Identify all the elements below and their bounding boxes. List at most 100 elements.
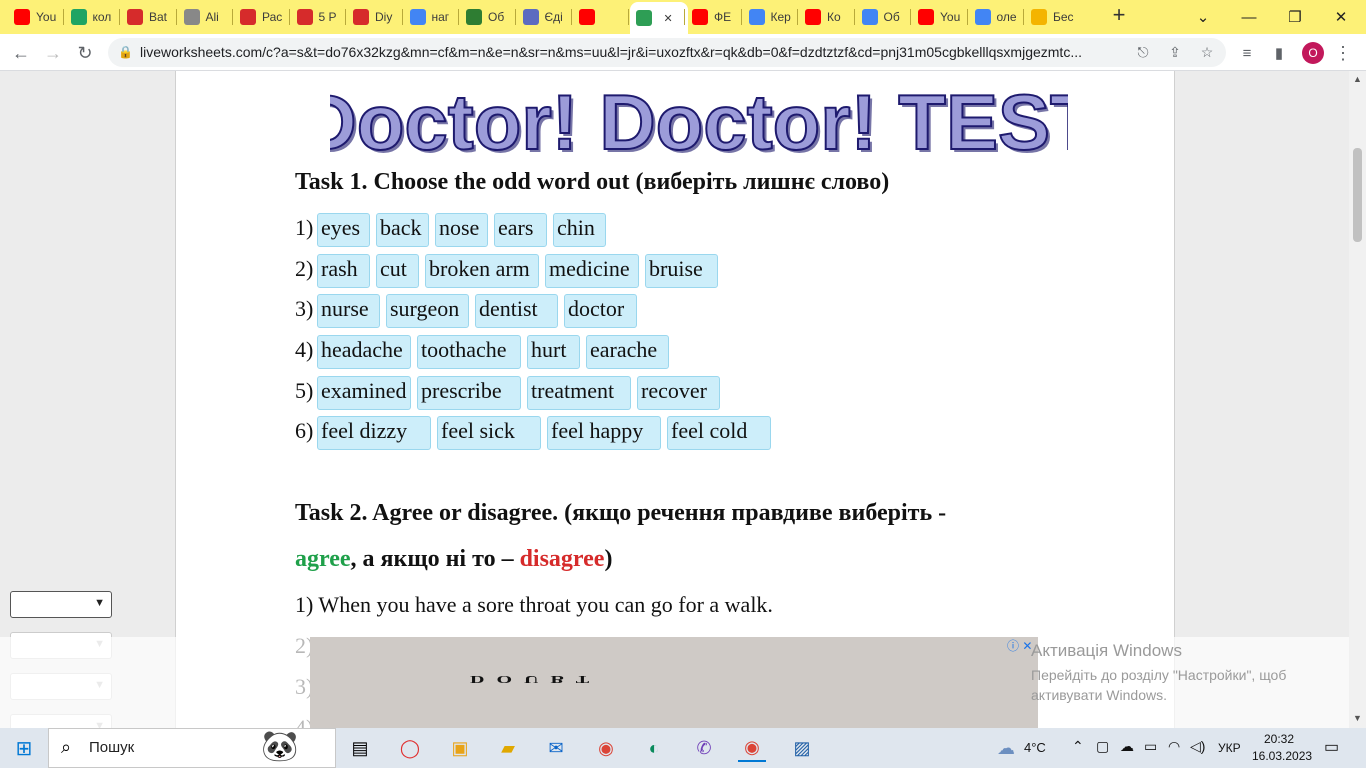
onedrive-icon[interactable]: ☁ bbox=[1120, 738, 1134, 755]
close-window-button[interactable]: ✕ bbox=[1318, 0, 1364, 34]
odd-word-label: bruise bbox=[649, 256, 703, 281]
answer-dropdown-1[interactable]: ▼ bbox=[10, 591, 112, 618]
heading-close-paren: ) bbox=[604, 546, 613, 572]
side-panel-icon[interactable]: ▮ bbox=[1266, 40, 1292, 66]
odd-word-label: cut bbox=[380, 256, 407, 281]
clock-time[interactable]: 20:32 bbox=[1264, 732, 1294, 746]
task2-heading-line2: agree, а якщо ні то – disagree) bbox=[295, 546, 612, 573]
row-number: 6) bbox=[295, 418, 314, 443]
reload-button[interactable]: ↻ bbox=[72, 40, 98, 66]
browser-tab[interactable]: Об bbox=[460, 4, 514, 30]
activation-watermark-title: Активація Windows bbox=[1031, 641, 1182, 660]
row-number: 4) bbox=[295, 337, 314, 362]
language-indicator[interactable]: УКР bbox=[1218, 741, 1241, 755]
tray-overflow-icon[interactable]: ⌃ bbox=[1072, 738, 1084, 755]
bookmark-star-icon[interactable]: ☆ bbox=[1198, 44, 1216, 62]
browser-tab[interactable]: Ко bbox=[799, 4, 853, 30]
notes-app-icon[interactable]: ▣ bbox=[446, 734, 474, 762]
minimize-button[interactable]: — bbox=[1226, 0, 1272, 34]
battery-icon[interactable]: ▭ bbox=[1144, 738, 1157, 755]
tab-label: Ali bbox=[205, 10, 219, 24]
chrome-active-icon[interactable]: ◉ bbox=[738, 734, 766, 762]
browser-tab[interactable]: наг bbox=[404, 4, 458, 30]
back-button[interactable]: ← bbox=[8, 40, 34, 66]
tab-separator bbox=[401, 9, 403, 25]
tab-label: оле bbox=[996, 10, 1017, 24]
file-explorer-icon[interactable]: ▰ bbox=[494, 734, 522, 762]
browser-tab[interactable]: ✕ bbox=[629, 2, 688, 34]
forward-button[interactable]: → bbox=[40, 40, 66, 66]
vertical-scrollbar[interactable]: ▲ ▼ bbox=[1349, 71, 1366, 728]
tab-separator bbox=[514, 9, 516, 25]
tray-app-icon[interactable]: ▢ bbox=[1096, 738, 1109, 755]
scroll-down-icon[interactable]: ▼ bbox=[1353, 713, 1362, 723]
odd-word-label: feel happy bbox=[551, 418, 644, 443]
globe-icon bbox=[183, 9, 200, 25]
tab-label: Єді bbox=[544, 10, 563, 24]
weather-temp[interactable]: 4°C bbox=[1024, 740, 1046, 755]
volume-icon[interactable]: ◁) bbox=[1190, 738, 1205, 755]
media-control-icon[interactable]: ≡ bbox=[1234, 40, 1260, 66]
notifications-icon[interactable]: ▭ bbox=[1324, 737, 1339, 757]
menu-icon[interactable]: ⋮ bbox=[1330, 40, 1356, 66]
drive-icon bbox=[70, 9, 87, 25]
browser-tab[interactable]: 5 Р bbox=[291, 4, 345, 30]
browser-tab[interactable]: Об bbox=[856, 4, 910, 30]
share-icon[interactable]: ⇪ bbox=[1166, 44, 1184, 62]
browser-tab[interactable]: кол bbox=[65, 4, 119, 30]
new-tab-button[interactable]: + bbox=[1108, 4, 1130, 27]
tab-label: You bbox=[940, 10, 961, 24]
youtube-icon bbox=[14, 9, 30, 25]
task-view-icon[interactable]: ▤ bbox=[346, 734, 374, 762]
google-icon bbox=[748, 9, 765, 25]
browser-tab[interactable]: оле bbox=[969, 4, 1023, 30]
browser-tab[interactable]: Кер bbox=[743, 4, 797, 30]
browser-tab[interactable]: You bbox=[8, 4, 62, 30]
odd-word-label: eyes bbox=[321, 215, 361, 240]
youtube-icon bbox=[692, 9, 708, 25]
taskbar-search[interactable]: ⌕ Пошук 🐼 bbox=[48, 728, 336, 768]
browser-tab[interactable]: Bat bbox=[121, 4, 175, 30]
scrollbar-thumb[interactable] bbox=[1353, 148, 1362, 242]
browser-tab[interactable] bbox=[573, 4, 627, 30]
restore-button[interactable]: ❐ bbox=[1272, 0, 1318, 34]
wifi-icon[interactable]: ◠ bbox=[1168, 738, 1180, 755]
install-icon[interactable]: ⎋ bbox=[1134, 44, 1152, 62]
opera-icon[interactable]: ◯ bbox=[396, 734, 424, 762]
tab-separator bbox=[740, 9, 742, 25]
tab-separator bbox=[684, 9, 685, 25]
scroll-up-icon[interactable]: ▲ bbox=[1353, 74, 1362, 84]
odd-word-label: examined bbox=[321, 378, 407, 403]
tab-label: Об bbox=[488, 10, 505, 24]
odd-word-label: rash bbox=[321, 256, 358, 281]
mail-icon[interactable]: ✉ bbox=[542, 734, 570, 762]
odd-word-label: back bbox=[380, 215, 422, 240]
tab-label: Ко bbox=[827, 10, 841, 24]
browser-tab[interactable]: Бес bbox=[1025, 4, 1079, 30]
tab-label: Об bbox=[883, 10, 900, 24]
browser-tab[interactable]: Рас bbox=[234, 4, 288, 30]
browser-tab[interactable]: Єді bbox=[517, 4, 571, 30]
windows-start-icon[interactable]: ⊞ bbox=[10, 734, 38, 762]
viber-icon[interactable]: ✆ bbox=[690, 734, 718, 762]
weather-icon[interactable]: ☁ bbox=[992, 734, 1020, 762]
photos-icon[interactable]: ▨ bbox=[788, 734, 816, 762]
browser-tab[interactable]: Diy bbox=[347, 4, 401, 30]
tab-strip: You кол Bat Ali Рас 5 Р Diy наг Об Єді ✕ ФЕ Кер Ко Об Y… bbox=[0, 0, 1366, 34]
tab-separator bbox=[232, 9, 233, 25]
address-bar[interactable]: 🔒 liveworksheets.com/c?a=s&t=do76x32kzg&… bbox=[108, 38, 1226, 67]
browser-tab[interactable]: Ali bbox=[178, 4, 232, 30]
edge-icon[interactable]: ◐ bbox=[640, 734, 668, 762]
chrome-icon[interactable]: ◉ bbox=[592, 734, 620, 762]
site-icon bbox=[466, 9, 482, 25]
clock-date[interactable]: 16.03.2023 bbox=[1252, 749, 1312, 763]
odd-word-label: ears bbox=[498, 215, 534, 240]
browser-tab[interactable]: You bbox=[912, 4, 966, 30]
chevron-down-icon: ▼ bbox=[94, 597, 105, 609]
browser-tab[interactable]: ФЕ bbox=[686, 4, 740, 30]
youtube-icon bbox=[579, 9, 595, 25]
tab-search-button[interactable]: ⌄ bbox=[1180, 0, 1226, 34]
close-tab-icon[interactable]: ✕ bbox=[664, 12, 673, 25]
profile-avatar[interactable]: O bbox=[1302, 42, 1324, 64]
ad-image[interactable]: DOUBT bbox=[310, 637, 1038, 728]
